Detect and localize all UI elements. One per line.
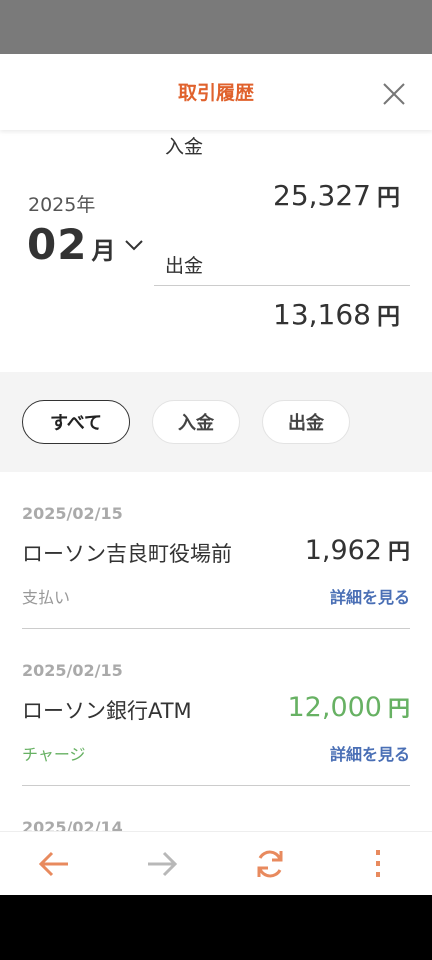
close-icon xyxy=(383,83,405,105)
view-details-link[interactable]: 詳細を見る xyxy=(330,584,410,608)
amount-unit: 円 xyxy=(387,540,410,565)
filter-deposit-chip[interactable]: 入金 xyxy=(152,400,240,444)
monthly-summary: 2025年 02 月 入金 25,327 円 出金 13,168 円 xyxy=(0,130,432,372)
deposit-amount: 25,327 xyxy=(273,179,371,212)
filter-withdrawal-chip[interactable]: 出金 xyxy=(262,400,350,444)
deposit-total: 25,327 円 xyxy=(273,178,400,212)
filter-all-chip[interactable]: すべて xyxy=(22,400,130,444)
transaction-type: チャージ xyxy=(22,745,86,764)
transaction-item[interactable]: 2025/02/15 ローソン吉良町役場前 1,962 円 支払い 詳細を見る xyxy=(22,472,410,630)
transaction-date: 2025/02/15 xyxy=(22,661,123,680)
header: 取引履歴 xyxy=(0,54,432,130)
year-label: 2025年 xyxy=(28,194,96,216)
view-details-link[interactable]: 詳細を見る xyxy=(330,741,410,765)
filter-bar: すべて 入金 出金 xyxy=(0,372,432,472)
back-button[interactable] xyxy=(36,846,72,882)
transaction-history-sheet: 取引履歴 2025年 02 月 入金 25,327 円 出金 13,168 円 xyxy=(0,54,432,895)
divider xyxy=(154,285,410,286)
close-button[interactable] xyxy=(378,78,410,110)
withdrawal-label: 出金 xyxy=(165,255,204,277)
currency-unit: 円 xyxy=(377,304,400,330)
transaction-amount: 12,000 円 xyxy=(288,691,411,723)
amount-value: 1,962 xyxy=(304,535,382,566)
transaction-name: ローソン銀行ATM xyxy=(22,699,192,723)
chevron-down-icon xyxy=(125,239,144,250)
month-selector[interactable]: 02 月 xyxy=(27,220,145,269)
forward-arrow-icon xyxy=(148,851,178,877)
transaction-type: 支払い xyxy=(22,588,71,607)
back-arrow-icon xyxy=(38,851,68,877)
bottom-toolbar xyxy=(0,831,432,895)
status-bar xyxy=(0,0,432,54)
forward-button[interactable] xyxy=(144,846,180,882)
page-title: 取引履歴 xyxy=(177,82,254,104)
transaction-list: 2025/02/15 ローソン吉良町役場前 1,962 円 支払い 詳細を見る … xyxy=(0,472,432,837)
currency-unit: 円 xyxy=(377,185,400,211)
transaction-date: 2025/02/15 xyxy=(22,504,123,523)
refresh-icon xyxy=(257,850,283,878)
deposit-label: 入金 xyxy=(165,136,204,158)
month-unit: 月 xyxy=(91,237,116,265)
transaction-amount: 1,962 円 xyxy=(305,534,410,566)
withdrawal-total: 13,168 円 xyxy=(273,297,400,331)
withdrawal-amount: 13,168 xyxy=(273,298,371,331)
transaction-item[interactable]: 2025/02/15 ローソン銀行ATM 12,000 円 チャージ 詳細を見る xyxy=(22,629,410,787)
transaction-name: ローソン吉良町役場前 xyxy=(22,542,232,566)
month-number: 02 xyxy=(27,220,88,269)
refresh-button[interactable] xyxy=(252,846,288,882)
amount-unit: 円 xyxy=(387,697,410,722)
more-vertical-icon xyxy=(376,850,380,877)
navigation-bar xyxy=(0,895,432,960)
more-button[interactable] xyxy=(360,846,396,882)
amount-value: 12,000 xyxy=(287,692,382,723)
